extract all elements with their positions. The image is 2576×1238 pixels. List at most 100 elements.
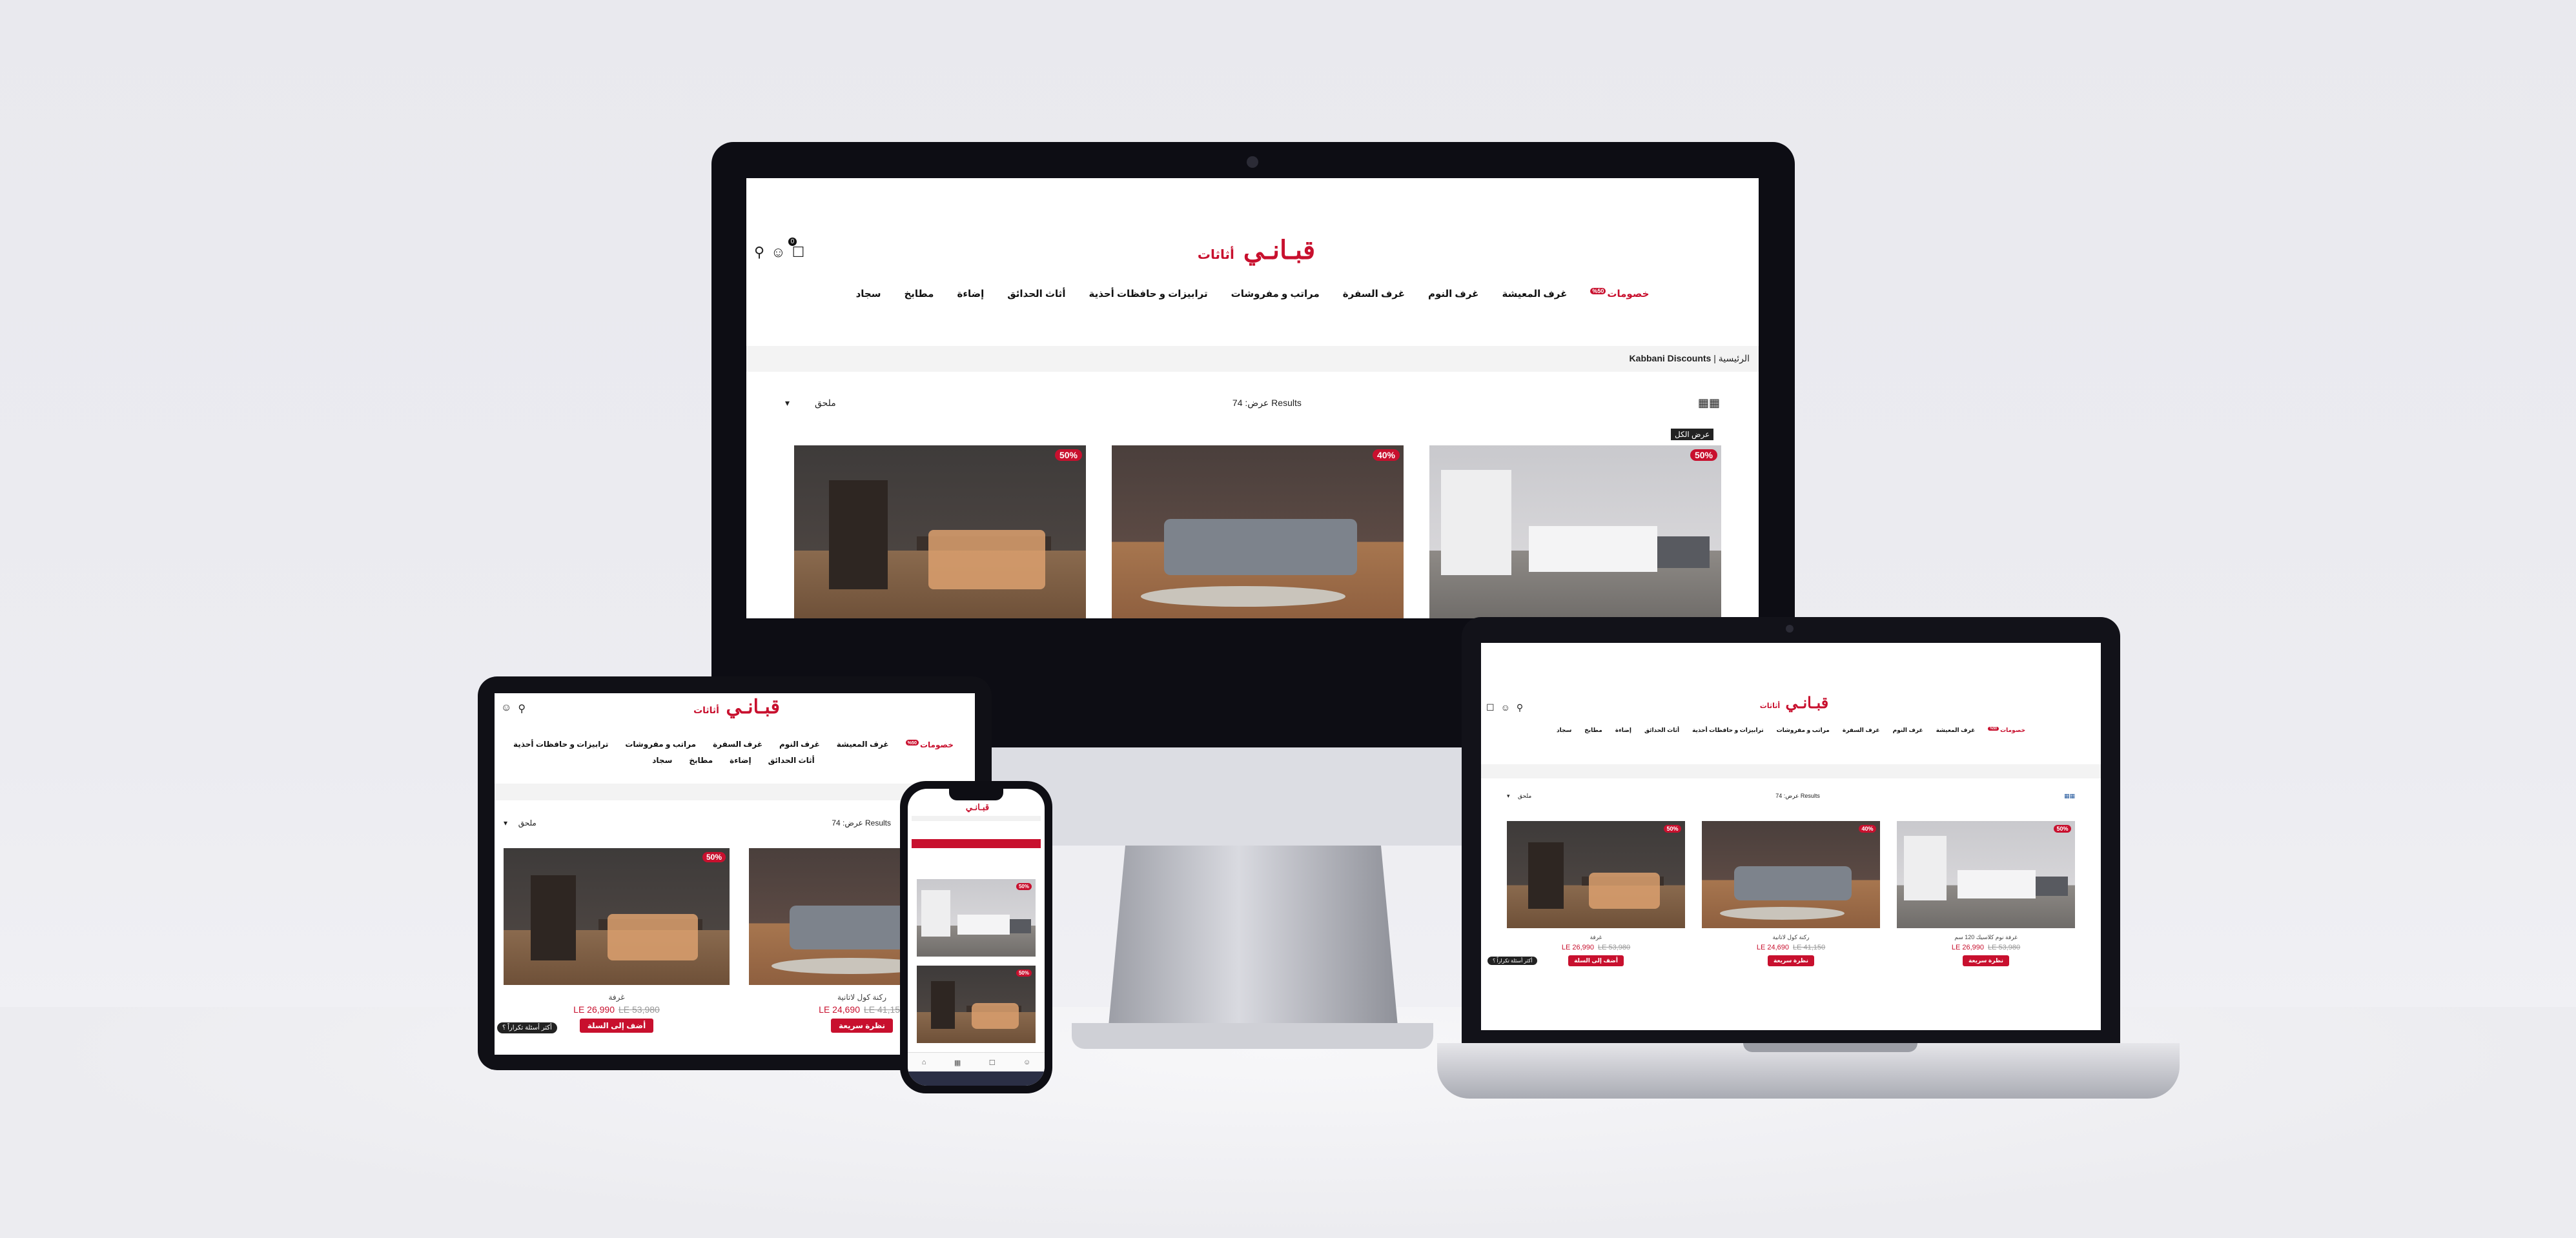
desktop-product-image[interactable]: 50% <box>1429 445 1721 618</box>
laptop-discount-badge: 40% <box>1858 825 1876 833</box>
phone-product-card[interactable]: 50% <box>917 879 1036 957</box>
logo-sub: أثاثات <box>1197 247 1234 262</box>
tablet-nav-item[interactable]: أثاث الحدائق <box>768 756 815 765</box>
tablet-nav-item[interactable]: خصومات50% <box>905 740 954 749</box>
site-logo[interactable]: قبـانـي أثاثات <box>1172 235 1340 265</box>
main-nav: خصومات50% غرف المعيشة غرف النوم غرف السفرة م… <box>785 288 1720 299</box>
cart-icon[interactable]: ☐ 0 <box>788 238 804 261</box>
tablet-product-name[interactable]: غرفة <box>504 993 730 1002</box>
laptop-nav-item[interactable]: خصومات50% <box>1988 727 2025 734</box>
laptop-nav-item[interactable]: غرف المعيشة <box>1936 727 1976 734</box>
laptop-nav-item[interactable]: إضاءة <box>1615 727 1631 734</box>
tablet-user-icon[interactable]: ☺ <box>501 702 511 715</box>
laptop-nav: خصومات50% غرف المعيشة غرف النوم غرف السفرة م… <box>1507 727 2075 734</box>
desktop-product-image[interactable]: 40% <box>1112 445 1404 618</box>
laptop-nav-item[interactable]: غرف النوم <box>1893 727 1923 734</box>
laptop-product-name[interactable]: غرفة <box>1507 934 1685 941</box>
tablet-nav-item[interactable]: ترابيزات و حافظات أحذية <box>513 740 608 749</box>
phone-user-icon[interactable]: ☺ <box>1023 1059 1030 1066</box>
laptop-logo[interactable]: قبـانـي أثاثات <box>1739 693 1849 712</box>
laptop-product-image[interactable]: 50% <box>1507 821 1685 928</box>
laptop-current-price: LE 26,990 <box>1561 944 1594 951</box>
laptop-product-card[interactable]: 40% ركنة كول لاتانية LE 24,690 LE 41,150 نظر… <box>1702 821 1880 966</box>
phone-cart-icon[interactable]: ☐ <box>989 1059 996 1067</box>
phone-logo[interactable]: قبـانـي <box>945 803 1010 813</box>
laptop-nav-item[interactable]: مطابخ <box>1584 727 1602 734</box>
phone-home-icon[interactable]: ⌂ <box>922 1059 926 1066</box>
tablet-nav-item[interactable]: مراتب و مفروشات <box>625 740 696 749</box>
sort-select[interactable]: ▾ ملحق <box>785 398 836 409</box>
desktop-nav-item[interactable]: غرف المعيشة <box>1502 288 1567 299</box>
phone-shop-icon[interactable]: ▦ <box>954 1059 961 1067</box>
laptop-user-icon[interactable]: ☺ <box>1501 702 1510 713</box>
search-icon[interactable]: ⚲ <box>754 244 764 261</box>
laptop-sort-value: ملحق <box>1518 793 1532 799</box>
phone-product-card[interactable]: 50% <box>917 966 1036 1043</box>
tablet-quick-view-button[interactable]: أضف إلى السلة <box>579 1019 654 1033</box>
laptop-faq-chat-button[interactable]: أكثر أسئلة تكراراً ؟ <box>1487 957 1538 965</box>
laptop-product-image[interactable]: 40% <box>1702 821 1880 928</box>
show-all-label[interactable]: عرض الكل <box>1671 429 1714 440</box>
tablet-nav-item[interactable]: سجاد <box>652 756 672 765</box>
tablet-nav-item[interactable]: غرف السفرة <box>713 740 762 749</box>
laptop-quick-view-button[interactable]: نظرة سريعة <box>1963 955 2009 966</box>
user-icon[interactable]: ☺ <box>771 244 785 261</box>
desktop-nav-item[interactable]: مراتب و مفروشات <box>1231 288 1320 299</box>
tablet-old-price: LE 41,150 <box>864 1004 905 1015</box>
phone-product-image[interactable]: 50% <box>917 879 1036 957</box>
phone-filter-bar[interactable] <box>912 839 1041 848</box>
laptop-nav-item[interactable]: غرف السفرة <box>1843 727 1880 734</box>
sort-value: ملحق <box>814 398 836 408</box>
laptop-trackpad-notch <box>1743 1043 1917 1052</box>
wardrobe-shape <box>921 889 950 937</box>
laptop-product-card[interactable]: 50% غرفة LE 26,990 LE 53,980 أضف إلى السلة <box>1507 821 1685 966</box>
tablet-logo-text: قبـانـي <box>726 696 780 718</box>
tablet-faq-chat-button[interactable]: أكثر أسئلة تكراراً ؟ <box>497 1022 557 1033</box>
laptop-search-icon[interactable]: ⚲ <box>1517 702 1523 713</box>
laptop-nav-item[interactable]: سجاد <box>1557 727 1571 734</box>
laptop-nav-item[interactable]: أثاث الحدائق <box>1644 727 1679 734</box>
laptop-product-card[interactable]: 50% غرفة نوم كلاسيك 120 سم LE 26,990 LE 53,… <box>1897 821 2075 966</box>
laptop-camera <box>1786 625 1794 633</box>
breadcrumb-current: Kabbani Discounts <box>1629 353 1712 363</box>
laptop-product-image[interactable]: 50% <box>1897 821 2075 928</box>
tablet-quick-view-button[interactable]: نظرة سريعة <box>831 1019 893 1033</box>
laptop-header-icons: ☐ ☺ ⚲ <box>1486 702 1523 713</box>
desktop-product-image[interactable]: 50% <box>794 445 1086 618</box>
breadcrumb-home[interactable]: الرئيسية <box>1719 353 1750 363</box>
laptop-cart-icon[interactable]: ☐ <box>1486 702 1495 713</box>
laptop-logo-sub: أثاثات <box>1759 702 1781 710</box>
phone-product-image[interactable]: 50% <box>917 966 1036 1043</box>
desktop-nav-item[interactable]: ترابيزات و حافظات أحذية <box>1089 288 1207 299</box>
desktop-nav-item[interactable]: مطابخ <box>904 288 934 299</box>
tablet-nav-item[interactable]: مطابخ <box>689 756 713 765</box>
laptop-nav-item[interactable]: ترابيزات و حافظات أحذية <box>1692 727 1764 734</box>
tablet-nav-item[interactable]: إضاءة <box>730 756 751 765</box>
laptop-nav-item[interactable]: مراتب و مفروشات <box>1777 727 1830 734</box>
tablet-nav-item[interactable]: غرف المعيشة <box>837 740 889 749</box>
tablet-logo[interactable]: قبـانـي أثاثات <box>669 696 804 718</box>
desktop-nav-item[interactable]: سجاد <box>856 288 881 299</box>
laptop-quick-view-button[interactable]: أضف إلى السلة <box>1568 955 1624 966</box>
grid-view-icon[interactable]: ▦▦ <box>1698 396 1720 410</box>
tablet-sort-select[interactable]: ▾ ملحق <box>504 818 537 827</box>
tablet-product-image[interactable]: 50% <box>504 848 730 985</box>
laptop-sort-select[interactable]: ▾ ملحق <box>1507 793 1531 800</box>
laptop-product-name[interactable]: غرفة نوم كلاسيك 120 سم <box>1897 934 2075 941</box>
tablet-product-card[interactable]: 50% غرفة LE 26,990 LE 53,980 أضف إلى السلة <box>504 848 730 1033</box>
laptop-product-price: LE 26,990 LE 53,980 <box>1507 944 1685 951</box>
desktop-nav-item[interactable]: إضاءة <box>957 288 984 299</box>
desktop-product-card[interactable]: 50%غرفةLE 26,990LE 53,980أضف إلى السلة <box>794 445 1086 618</box>
desktop-nav-item[interactable]: خصومات50% <box>1590 288 1649 299</box>
desktop-product-card[interactable]: 40%ركنة كول لاتانيةLE 24,690LE 41,150نظر… <box>1112 445 1404 618</box>
desktop-product-card[interactable]: 50%غرفة نوم كلاسيك 120 سمLE 26,990LE 53,… <box>1429 445 1721 618</box>
tablet-search-icon[interactable]: ⚲ <box>518 702 526 715</box>
laptop-product-name[interactable]: ركنة كول لاتانية <box>1702 934 1880 941</box>
desktop-nav-item[interactable]: غرف السفرة <box>1343 288 1405 299</box>
tablet-nav-item[interactable]: غرف النوم <box>779 740 820 749</box>
laptop-grid-view-icon[interactable]: ▦▦ <box>2064 793 2075 800</box>
desktop-nav-item[interactable]: غرف النوم <box>1428 288 1478 299</box>
laptop-quick-view-button[interactable]: نظرة سريعة <box>1768 955 1814 966</box>
desktop-nav-item[interactable]: أثاث الحدائق <box>1007 288 1065 299</box>
tablet-header-icons: ☺ ⚲ <box>501 702 526 715</box>
